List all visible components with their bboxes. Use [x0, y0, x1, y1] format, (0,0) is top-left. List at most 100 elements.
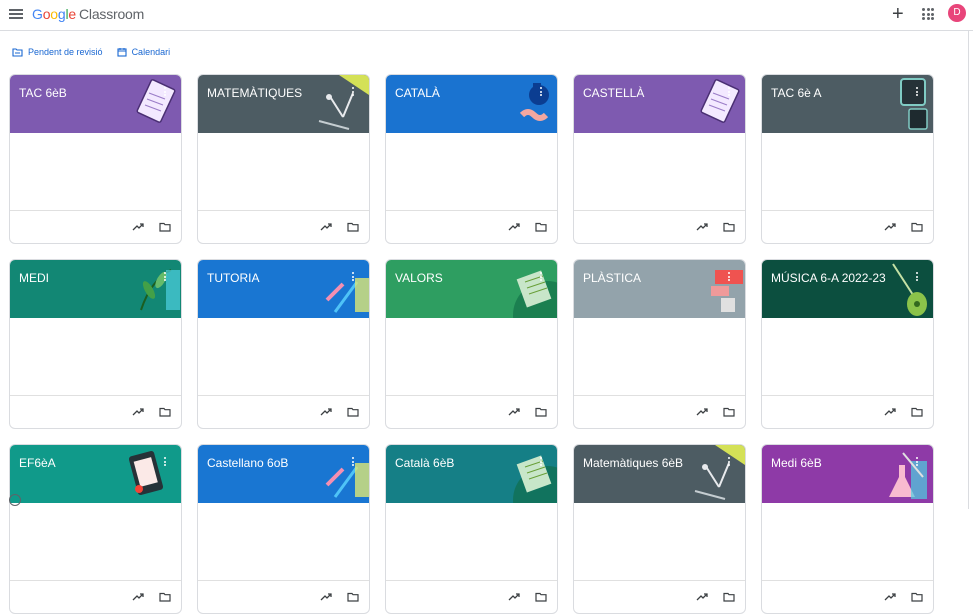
trending-up-icon[interactable]: [696, 591, 708, 603]
main-menu-icon[interactable]: [9, 7, 23, 21]
course-card[interactable]: Medi 6èB: [761, 444, 934, 614]
folder-icon[interactable]: [723, 406, 735, 418]
more-options-icon[interactable]: [916, 87, 919, 98]
folder-icon[interactable]: [347, 591, 359, 603]
trending-up-icon[interactable]: [320, 221, 332, 233]
trending-up-icon[interactable]: [884, 591, 896, 603]
apps-grid-icon[interactable]: [922, 8, 934, 20]
trending-up-icon[interactable]: [696, 221, 708, 233]
book-icon: [513, 270, 557, 318]
course-card-footer: [10, 580, 181, 613]
course-card[interactable]: VALORS: [385, 259, 558, 429]
trending-up-icon[interactable]: [508, 221, 520, 233]
course-title[interactable]: EF6èA: [19, 456, 56, 470]
folder-icon[interactable]: [347, 406, 359, 418]
course-title[interactable]: PLÀSTICA: [583, 271, 641, 285]
course-card[interactable]: Català 6èB: [385, 444, 558, 614]
more-options-icon[interactable]: [540, 457, 543, 468]
more-options-icon[interactable]: [540, 272, 543, 283]
folder-icon[interactable]: [159, 406, 171, 418]
course-banner[interactable]: MÚSICA 6-A 2022-23: [762, 260, 933, 318]
more-options-icon[interactable]: [352, 87, 355, 98]
more-options-icon[interactable]: [164, 272, 167, 283]
course-title[interactable]: MATEMÀTIQUES: [207, 86, 302, 100]
course-card[interactable]: TUTORIA: [197, 259, 370, 429]
trending-up-icon[interactable]: [320, 406, 332, 418]
course-card[interactable]: CATALÀ: [385, 74, 558, 244]
course-card[interactable]: PLÀSTICA: [573, 259, 746, 429]
course-card[interactable]: MEDI: [9, 259, 182, 429]
trending-up-icon[interactable]: [508, 591, 520, 603]
calendar-link[interactable]: Calendari: [117, 45, 170, 59]
course-banner[interactable]: Matemàtiques 6èB: [574, 445, 745, 503]
account-avatar[interactable]: D: [948, 4, 966, 22]
folder-icon[interactable]: [347, 221, 359, 233]
course-title[interactable]: CASTELLÀ: [583, 86, 644, 100]
more-options-icon[interactable]: [164, 87, 167, 98]
course-card[interactable]: EF6èA: [9, 444, 182, 614]
more-options-icon[interactable]: [916, 457, 919, 468]
course-banner[interactable]: MEDI: [10, 260, 181, 318]
more-options-icon[interactable]: [728, 457, 731, 468]
course-banner[interactable]: EF6èA: [10, 445, 181, 503]
folder-icon[interactable]: [911, 221, 923, 233]
course-card[interactable]: TAC 6èB: [9, 74, 182, 244]
course-title[interactable]: Català 6èB: [395, 456, 454, 470]
folder-icon[interactable]: [723, 591, 735, 603]
course-title[interactable]: TAC 6èB: [19, 86, 67, 100]
more-options-icon[interactable]: [540, 87, 543, 98]
course-card[interactable]: Castellano 6oB: [197, 444, 370, 614]
help-icon[interactable]: [9, 494, 21, 506]
course-title[interactable]: Medi 6èB: [771, 456, 822, 470]
course-card[interactable]: CASTELLÀ: [573, 74, 746, 244]
more-options-icon[interactable]: [728, 272, 731, 283]
course-banner[interactable]: TAC 6èB: [10, 75, 181, 133]
course-banner[interactable]: TUTORIA: [198, 260, 369, 318]
course-title[interactable]: MEDI: [19, 271, 49, 285]
add-class-icon[interactable]: +: [892, 4, 904, 24]
google-classroom-logo[interactable]: Google Classroom: [32, 6, 144, 22]
course-banner[interactable]: TAC 6è A: [762, 75, 933, 133]
folder-icon[interactable]: [535, 221, 547, 233]
course-title[interactable]: CATALÀ: [395, 86, 440, 100]
folder-icon[interactable]: [911, 406, 923, 418]
course-title[interactable]: TAC 6è A: [771, 86, 821, 100]
course-banner[interactable]: CASTELLÀ: [574, 75, 745, 133]
course-banner[interactable]: Medi 6èB: [762, 445, 933, 503]
trending-up-icon[interactable]: [884, 406, 896, 418]
more-options-icon[interactable]: [916, 272, 919, 283]
course-card[interactable]: MATEMÀTIQUES: [197, 74, 370, 244]
trending-up-icon[interactable]: [132, 221, 144, 233]
course-banner[interactable]: Català 6èB: [386, 445, 557, 503]
course-banner[interactable]: VALORS: [386, 260, 557, 318]
course-title[interactable]: MÚSICA 6-A 2022-23: [771, 271, 886, 285]
pending-review-link[interactable]: Pendent de revisió: [12, 45, 103, 59]
course-title[interactable]: Matemàtiques 6èB: [583, 456, 683, 470]
course-card[interactable]: TAC 6è A: [761, 74, 934, 244]
course-card[interactable]: Matemàtiques 6èB: [573, 444, 746, 614]
more-options-icon[interactable]: [352, 272, 355, 283]
more-options-icon[interactable]: [164, 457, 167, 468]
course-banner[interactable]: MATEMÀTIQUES: [198, 75, 369, 133]
folder-icon[interactable]: [159, 591, 171, 603]
folder-icon[interactable]: [723, 221, 735, 233]
course-banner[interactable]: Castellano 6oB: [198, 445, 369, 503]
course-banner[interactable]: CATALÀ: [386, 75, 557, 133]
trending-up-icon[interactable]: [508, 406, 520, 418]
folder-icon[interactable]: [535, 406, 547, 418]
course-title[interactable]: TUTORIA: [207, 271, 259, 285]
folder-icon[interactable]: [911, 591, 923, 603]
more-options-icon[interactable]: [352, 457, 355, 468]
course-banner[interactable]: PLÀSTICA: [574, 260, 745, 318]
folder-icon[interactable]: [535, 591, 547, 603]
trending-up-icon[interactable]: [884, 221, 896, 233]
trending-up-icon[interactable]: [132, 406, 144, 418]
course-title[interactable]: VALORS: [395, 271, 443, 285]
course-card[interactable]: MÚSICA 6-A 2022-23: [761, 259, 934, 429]
trending-up-icon[interactable]: [696, 406, 708, 418]
trending-up-icon[interactable]: [132, 591, 144, 603]
trending-up-icon[interactable]: [320, 591, 332, 603]
folder-icon[interactable]: [159, 221, 171, 233]
more-options-icon[interactable]: [728, 87, 731, 98]
course-title[interactable]: Castellano 6oB: [207, 456, 288, 470]
